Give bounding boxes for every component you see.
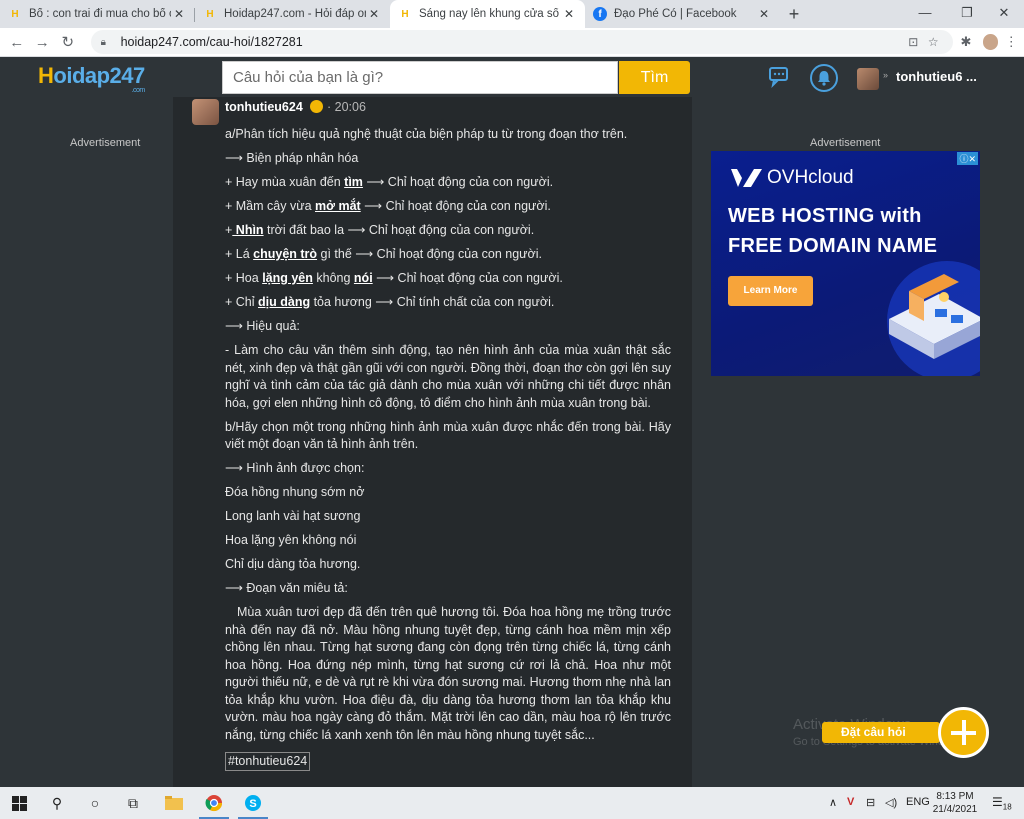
ad-headline: WEB HOSTING with xyxy=(728,205,922,227)
antivirus-icon[interactable]: V xyxy=(847,796,854,808)
url-text: hoidap247.com/cau-hoi/1827281 xyxy=(120,35,303,49)
answer-paragraph: ⟶ Hình ảnh được chọn: xyxy=(225,461,365,475)
restore-window-icon[interactable]: ❐ xyxy=(947,0,987,28)
skype-icon[interactable]: S xyxy=(234,787,272,819)
answer-line: + Hay mùa xuân đến tìm ⟶ Chỉ hoạt động c… xyxy=(225,175,554,189)
advertisement-label: Advertisement xyxy=(70,137,141,149)
tab-title: Bố : con trai đi mua cho bố chai v xyxy=(29,8,171,20)
ask-question-button[interactable] xyxy=(938,707,989,758)
answer-panel: tonhutieu624 · 20:06 a/Phân tích hiệu qu… xyxy=(173,97,692,787)
lock-icon: 🔒︎ xyxy=(100,36,106,48)
extensions-icon[interactable]: ✱ xyxy=(953,34,979,50)
poem-line: Hoa lặng yên không nói xyxy=(225,533,357,547)
language-indicator[interactable]: ENG xyxy=(906,796,930,808)
chat-icon[interactable] xyxy=(768,66,792,88)
avatar[interactable] xyxy=(857,68,879,90)
browser-tab[interactable]: H Hoidap247.com - Hỏi đáp online ✕ xyxy=(195,0,390,28)
tab-title: Đạo Phé Có | Facebook xyxy=(614,8,737,20)
advertisement-label: Advertisement xyxy=(810,137,881,149)
answer-body: a/Phân tích hiệu quả nghệ thuật của biện… xyxy=(225,126,671,771)
site-header: Hoidap247 .com Câu hỏi của bạn là gì? Tì… xyxy=(0,57,1024,97)
answer-paragraph: ⟶ Đoạn văn miêu tả: xyxy=(225,581,348,595)
browser-tab-strip: H Bố : con trai đi mua cho bố chai v ✕ H… xyxy=(0,0,1024,28)
bookmark-star-icon[interactable]: ☆ xyxy=(923,35,943,49)
notification-center-icon[interactable]: ☰18 xyxy=(992,795,1012,811)
answer-paragraph: - Làm cho câu văn thêm sinh động, tạo nê… xyxy=(225,343,671,410)
ovhcloud-logo-icon xyxy=(731,169,762,187)
answer-line: + Hoa lặng yên không nói ⟶ Chỉ hoạt động… xyxy=(225,271,563,285)
site-logo[interactable]: Hoidap247 .com xyxy=(38,63,145,94)
answer-paragraph: ⟶ Biện pháp nhân hóa xyxy=(225,151,359,165)
system-clock[interactable]: 8:13 PM 21/4/2021 xyxy=(930,790,980,816)
username[interactable]: tonhutieu6 ... xyxy=(896,69,977,84)
browser-toolbar: ← → ↻ 🔒︎ hoidap247.com/cau-hoi/1827281 ⊡… xyxy=(0,28,1024,57)
answer-line: + Nhìn trời đất bao la ⟶ Chỉ hoạt động c… xyxy=(225,223,535,237)
ad-brand: OVHcloud xyxy=(767,167,854,188)
minimize-window-icon[interactable]: — xyxy=(905,0,945,28)
answer-line: + Lá chuyện trò gì thế ⟶ Chỉ hoạt động c… xyxy=(225,247,542,261)
bell-icon[interactable] xyxy=(810,64,838,92)
search-icon[interactable]: ⚲ xyxy=(38,787,76,819)
answer-time: · 20:06 xyxy=(327,100,366,114)
ask-question-label[interactable]: Đặt câu hỏi xyxy=(822,722,940,743)
browser-tab[interactable]: H Bố : con trai đi mua cho bố chai v ✕ xyxy=(0,0,195,28)
windows-start-icon[interactable] xyxy=(0,787,38,819)
poem-line: Đóa hồng nhung sớm nở xyxy=(225,485,365,499)
new-tab-button[interactable]: + xyxy=(780,0,808,28)
tab-title: Sáng nay lên khung cửa sổ Chợt xyxy=(419,8,561,20)
reload-icon[interactable]: ↻ xyxy=(55,33,81,51)
translate-icon[interactable]: ⊡ xyxy=(903,35,923,49)
close-tab-icon[interactable]: ✕ xyxy=(561,7,577,21)
adchoices-icon[interactable]: ⓘ✕ xyxy=(957,152,978,165)
answer-line: + Mầm cây vừa mở mắt ⟶ Chỉ hoạt động của… xyxy=(225,199,551,213)
hoidap-favicon-icon: H xyxy=(206,8,214,20)
poem-line: Long lanh vài hạt sương xyxy=(225,509,361,523)
tab-title: Hoidap247.com - Hỏi đáp online xyxy=(224,8,366,20)
windows-taskbar: ⚲ ○ ⧉ S ∧ V ⊟ ◁) ENG 8:13 PM 21/4/2021 ☰… xyxy=(0,787,1024,819)
search-button[interactable]: Tìm xyxy=(619,61,690,94)
close-window-icon[interactable]: ✕ xyxy=(984,0,1024,28)
task-view-icon[interactable]: ⧉ xyxy=(114,787,152,819)
poem-line: Chỉ dịu dàng tỏa hương. xyxy=(225,557,361,571)
browser-tab[interactable]: f Đạo Phé Có | Facebook ✕ xyxy=(585,0,780,28)
menu-kebab-icon[interactable]: ⋮ xyxy=(998,34,1024,50)
answer-paragraph: ⟶ Hiệu quả: xyxy=(225,319,300,333)
svg-text:S: S xyxy=(249,798,256,810)
forward-arrow-icon[interactable]: → xyxy=(30,34,56,51)
chrome-icon[interactable] xyxy=(195,787,233,819)
browser-tab-active[interactable]: H Sáng nay lên khung cửa sổ Chợt ✕ xyxy=(390,0,585,28)
address-bar[interactable]: 🔒︎ hoidap247.com/cau-hoi/1827281 ⊡ ☆ xyxy=(90,30,954,54)
answer-paragraph: b/Hãy chọn một trong những hình ảnh mùa … xyxy=(225,419,671,452)
verified-badge-icon xyxy=(310,100,323,113)
close-tab-icon[interactable]: ✕ xyxy=(171,7,187,21)
network-icon[interactable]: ⊟ xyxy=(866,796,875,809)
answer-paragraph: a/Phân tích hiệu quả nghệ thuật của biện… xyxy=(225,127,628,141)
cortana-icon[interactable]: ○ xyxy=(76,787,114,819)
file-explorer-icon[interactable] xyxy=(155,787,193,819)
question-search-input[interactable]: Câu hỏi của bạn là gì? xyxy=(222,61,618,94)
hashtag-link[interactable]: #tonhutieu624 xyxy=(225,751,311,771)
ad-banner[interactable]: ⓘ✕ OVHcloud WEB HOSTING with FREE DOMAIN… xyxy=(711,151,980,376)
ad-illustration xyxy=(887,261,980,376)
answer-line: + Chỉ dịu dàng tỏa hương ⟶ Chỉ tính chất… xyxy=(225,295,555,309)
volume-icon[interactable]: ◁) xyxy=(885,796,897,809)
hoidap-favicon-icon: H xyxy=(401,8,409,20)
facebook-favicon-icon: f xyxy=(593,7,607,21)
hoidap-favicon-icon: H xyxy=(11,8,19,20)
answer-paragraph: Mùa xuân tươi đẹp đã đến trên quê hương … xyxy=(225,605,675,742)
author-avatar[interactable] xyxy=(192,99,219,125)
close-tab-icon[interactable]: ✕ xyxy=(756,7,772,21)
back-arrow-icon[interactable]: ← xyxy=(4,34,30,51)
learn-more-button[interactable]: Learn More xyxy=(728,276,813,306)
chevron-down-icon[interactable]: » xyxy=(883,70,888,80)
close-tab-icon[interactable]: ✕ xyxy=(366,7,382,21)
profile-avatar-icon[interactable] xyxy=(982,34,999,50)
author-name[interactable]: tonhutieu624 xyxy=(225,100,303,114)
chevron-up-icon[interactable]: ∧ xyxy=(829,796,837,809)
